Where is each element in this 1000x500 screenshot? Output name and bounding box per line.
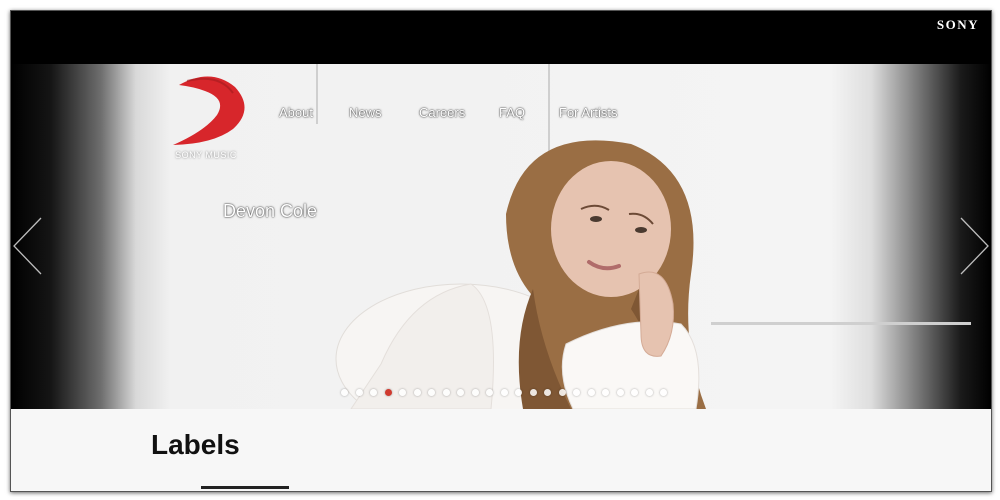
nav-careers[interactable]: Careers bbox=[419, 105, 465, 120]
chevron-left-icon bbox=[13, 217, 42, 275]
carousel-dot[interactable] bbox=[645, 389, 653, 396]
carousel-dot[interactable] bbox=[457, 389, 464, 396]
carousel-dot[interactable] bbox=[500, 389, 508, 396]
logo-wordmark: SONY MUSIC bbox=[175, 150, 237, 160]
artist-name[interactable]: Devon Cole bbox=[223, 201, 317, 222]
tab-indicator bbox=[201, 486, 289, 489]
carousel-dot[interactable] bbox=[587, 389, 595, 396]
carousel-dot[interactable] bbox=[413, 389, 421, 396]
carousel-dot[interactable] bbox=[660, 389, 667, 396]
carousel-dot[interactable] bbox=[341, 389, 348, 396]
carousel-dot[interactable] bbox=[428, 389, 435, 396]
nav-faq[interactable]: FAQ bbox=[499, 105, 525, 120]
wall-detail bbox=[711, 322, 971, 325]
carousel-next-button[interactable] bbox=[957, 214, 991, 278]
carousel-dot[interactable] bbox=[384, 389, 392, 396]
carousel-dot[interactable] bbox=[399, 389, 406, 396]
carousel-dot[interactable] bbox=[355, 389, 363, 396]
carousel-dot[interactable] bbox=[616, 389, 624, 396]
carousel-dot[interactable] bbox=[370, 389, 377, 396]
carousel-dot[interactable] bbox=[558, 389, 566, 396]
hero-carousel[interactable]: SONY MUSIC About News Careers FAQ For Ar… bbox=[11, 64, 991, 409]
nav-about[interactable]: About bbox=[279, 105, 313, 120]
carousel-dot[interactable] bbox=[471, 389, 479, 396]
top-bar: SONY bbox=[11, 11, 991, 64]
labels-section: Labels bbox=[11, 409, 991, 491]
carousel-prev-button[interactable] bbox=[11, 214, 45, 278]
carousel-dot[interactable] bbox=[631, 389, 638, 396]
carousel-dot[interactable] bbox=[486, 389, 493, 396]
carousel-dot[interactable] bbox=[602, 389, 609, 396]
chevron-right-icon bbox=[960, 217, 989, 275]
carousel-dot[interactable] bbox=[573, 389, 580, 396]
carousel-dot[interactable] bbox=[544, 389, 551, 396]
nav-news[interactable]: News bbox=[349, 105, 382, 120]
carousel-dot[interactable] bbox=[529, 389, 537, 396]
carousel-dot[interactable] bbox=[515, 389, 522, 396]
sony-link[interactable]: SONY bbox=[937, 17, 979, 33]
carousel-dot[interactable] bbox=[442, 389, 450, 396]
nav-for-artists[interactable]: For Artists bbox=[559, 105, 618, 120]
labels-heading: Labels bbox=[151, 429, 240, 460]
browser-frame: SONY SONY MUSIC About News Careers FAQ F… bbox=[10, 10, 992, 492]
wall-detail bbox=[316, 64, 318, 124]
artist-photo bbox=[335, 140, 706, 409]
